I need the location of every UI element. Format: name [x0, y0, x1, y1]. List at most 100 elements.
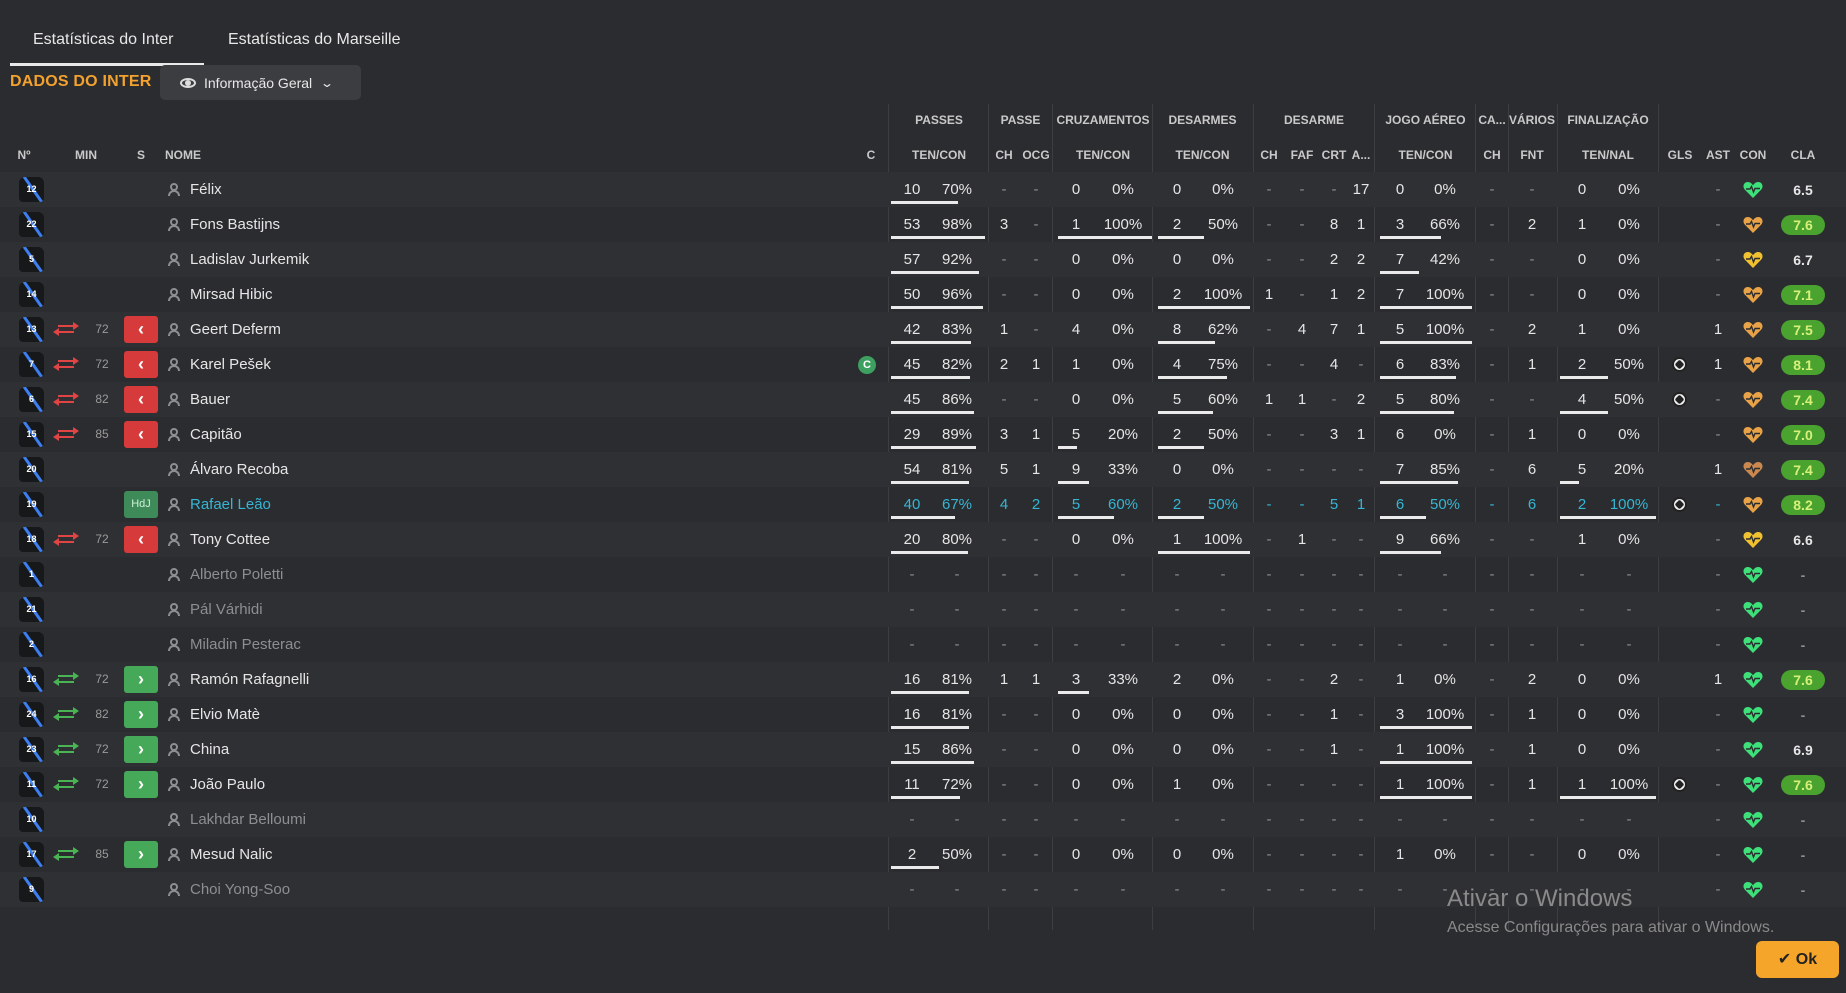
table-row[interactable]: 22 Fons Bastijns 53 98% 3-1 100% 2 50% - -8 1 3 66% -…: [0, 207, 1846, 242]
tackles-pct: 0%: [1212, 461, 1234, 478]
view-select-dropdown[interactable]: Informação Geral ⌄: [160, 65, 361, 100]
key-passes: -: [1001, 846, 1007, 863]
col-header-con[interactable]: CON: [1737, 148, 1769, 162]
player-name[interactable]: Félix: [190, 172, 490, 207]
crt: 2: [1329, 251, 1339, 268]
col-header-desarme-ch[interactable]: CH: [1256, 148, 1282, 162]
col-header-desarme-faf[interactable]: FAF: [1286, 148, 1318, 162]
player-name[interactable]: Geert Deferm: [190, 312, 490, 347]
clear-chances: -: [1033, 321, 1039, 338]
tackles-attempted: 0: [1172, 461, 1182, 478]
shirt-number-icon: 20: [19, 457, 44, 482]
col-header-aereo-tencon[interactable]: TEN/CON: [1377, 148, 1474, 162]
table-row[interactable]: 20 Álvaro Recoba 54 81% 5 1 9 33% 0 0% - - - -7 85% -6 5…: [0, 452, 1846, 487]
col-header-passe-ocg[interactable]: OCG: [1020, 148, 1052, 162]
player-name[interactable]: Ladislav Jurkemik: [190, 242, 490, 277]
table-row[interactable]: 17 85 › Mesud Nalic 2 50% - -0 0% 0 0% - - - -1 0% - -0 0%…: [0, 837, 1846, 872]
col-header-s[interactable]: S: [134, 148, 148, 162]
key-passes: 5: [999, 461, 1009, 478]
condition-heart-icon: [1743, 181, 1763, 199]
table-row[interactable]: 18 72 ‹ Tony Cottee 20 80% - -0 0% 1 100% -1- -9 66% -…: [0, 522, 1846, 557]
clear-chances: -: [1033, 741, 1039, 758]
percentage-bar: [891, 481, 969, 484]
col-header-cruz-tencon[interactable]: TEN/CON: [1054, 148, 1152, 162]
player-name[interactable]: Elvio Matè: [190, 697, 490, 732]
tab-marseille-stats[interactable]: Estatísticas do Marseille: [204, 24, 425, 66]
goal-ball-icon: [1672, 497, 1687, 512]
player-name[interactable]: Álvaro Recoba: [190, 452, 490, 487]
sub-minute: 72: [95, 322, 109, 336]
col-header-varios-fnt[interactable]: FNT: [1512, 148, 1552, 162]
col-header-nome[interactable]: NOME: [165, 148, 225, 162]
person-icon: [168, 358, 180, 371]
player-name[interactable]: Miladin Pesterac: [190, 627, 490, 662]
player-name[interactable]: Mirsad Hibic: [190, 277, 490, 312]
table-row[interactable]: 16 72 › Ramón Rafagnelli 16 81% 1 1 3 33% 2 0% - -2-1…: [0, 662, 1846, 697]
table-row[interactable]: 23 72 › China 15 86% - -0 0% 0 0% - -1-1 100% -1 0 0% -6.…: [0, 732, 1846, 767]
player-name[interactable]: João Paulo: [190, 767, 490, 802]
col-header-ast[interactable]: AST: [1702, 148, 1734, 162]
col-header-passes-tencon[interactable]: TEN/CON: [891, 148, 987, 162]
player-name[interactable]: Lakhdar Belloumi: [190, 802, 490, 837]
player-name[interactable]: Ramón Rafagnelli: [190, 662, 490, 697]
table-row[interactable]: 2 Miladin Pesterac - - - - - - - - - - - - - - - - - - - -: [0, 627, 1846, 662]
percentage-bar: [1380, 796, 1472, 799]
table-row[interactable]: 13 72 ‹ Geert Deferm 42 83% 1-4 0% 8 62% -4 7 1 5 100%…: [0, 312, 1846, 347]
table-row[interactable]: 11 72 › João Paulo 11 72% - -0 0% 1 0% - - - -1 100% -1 1…: [0, 767, 1846, 802]
tackles-pct: 0%: [1212, 181, 1234, 198]
table-row[interactable]: 15 85 ‹ Capitão 29 89% 3 1 5 20% 2 50% - -3 1 6 0% -1 0 0% -…: [0, 417, 1846, 452]
player-name[interactable]: Alberto Poletti: [190, 557, 490, 592]
fouls: -: [1299, 356, 1305, 373]
shirt-number: 1: [28, 569, 34, 579]
crosses-attempted: -: [1073, 566, 1079, 583]
col-header-num[interactable]: Nº: [14, 148, 34, 162]
table-row[interactable]: 24 82 › Elvio Matè 16 81% - -0 0% 0 0% - -1-3 100% -1 0…: [0, 697, 1846, 732]
player-name[interactable]: Karel Pešek: [190, 347, 490, 382]
table-row[interactable]: 1 Alberto Poletti - - - - - - - - - - - - - - - - - - - -: [0, 557, 1846, 592]
tackles-pct: 0%: [1212, 846, 1234, 863]
player-name[interactable]: Rafael Leão: [190, 487, 490, 522]
col-header-min[interactable]: MIN: [70, 148, 102, 162]
player-name[interactable]: Choi Yong-Soo: [190, 872, 490, 907]
shots-on-target-pct: 0%: [1618, 706, 1640, 723]
table-row[interactable]: 7 72 ‹ Karel Pešek C 45 82% 2 1 1 0% 4 75% - -4-6 83% -1…: [0, 347, 1846, 382]
percentage-bar: [891, 691, 969, 694]
shots-on-target-pct: 0%: [1618, 846, 1640, 863]
person-icon: [168, 813, 180, 826]
player-name[interactable]: Capitão: [190, 417, 490, 452]
player-name[interactable]: Pál Várhidi: [190, 592, 490, 627]
assists: 1: [1713, 356, 1723, 373]
col-header-desarme-crt[interactable]: CRT: [1318, 148, 1350, 162]
tab-inter-stats[interactable]: Estatísticas do Inter: [10, 24, 204, 66]
shirt-number-icon: 17: [19, 842, 44, 867]
player-name[interactable]: Fons Bastijns: [190, 207, 490, 242]
col-header-cla[interactable]: CLA: [1786, 148, 1820, 162]
crosses-pct: 0%: [1112, 391, 1134, 408]
table-row[interactable]: 14 Mirsad Hibic 50 96% - -0 0% 2 100% 1-1 2 7 100% - -…: [0, 277, 1846, 312]
tackle-ch: -: [1266, 531, 1272, 548]
percentage-bar: [1380, 551, 1441, 554]
col-header-ca-ch[interactable]: CH: [1477, 148, 1507, 162]
player-name[interactable]: Tony Cottee: [190, 522, 490, 557]
ok-button[interactable]: ✔ Ok: [1756, 941, 1839, 978]
clear-chances: -: [1033, 566, 1039, 583]
col-header-desarme-a[interactable]: A...: [1350, 148, 1372, 162]
table-row[interactable]: 21 Pál Várhidi - - - - - - - - - - - - - - - - - - - -: [0, 592, 1846, 627]
table-row[interactable]: 6 82 ‹ Bauer 45 86% - -0 0% 5 60% 1 1-2 5 80% - -4 50% -7.…: [0, 382, 1846, 417]
col-header-gls[interactable]: GLS: [1664, 148, 1696, 162]
player-name[interactable]: China: [190, 732, 490, 767]
watermark-subtitle: Acesse Configurações para ativar o Windo…: [1447, 919, 1775, 936]
col-header-c[interactable]: C: [864, 148, 878, 162]
col-header-fin-tennal[interactable]: TEN/NAL: [1560, 148, 1656, 162]
table-row[interactable]: 10 Lakhdar Belloumi - - - - - - - - - - - - - - - - - - - -: [0, 802, 1846, 837]
rating-badge: 8.2: [1781, 495, 1825, 515]
table-row[interactable]: 5 Ladislav Jurkemik 57 92% - -0 0% 0 0% - -2 2 7 42% -…: [0, 242, 1846, 277]
table-row[interactable]: 19 HdJ Rafael Leão 40 67% 4 2 5 60% 2 50% - -5 1 6 50% -…: [0, 487, 1846, 522]
percentage-bar: [1058, 691, 1089, 694]
col-header-passe-ch[interactable]: CH: [991, 148, 1017, 162]
col-header-desarmes-tencon[interactable]: TEN/CON: [1154, 148, 1251, 162]
table-row[interactable]: 12 Félix 10 70% - -0 0% 0 0% - - -17 0 0% - -0 0% -6.5: [0, 172, 1846, 207]
player-name[interactable]: Mesud Nalic: [190, 837, 490, 872]
player-name[interactable]: Bauer: [190, 382, 490, 417]
substitution-icon: [53, 707, 79, 721]
